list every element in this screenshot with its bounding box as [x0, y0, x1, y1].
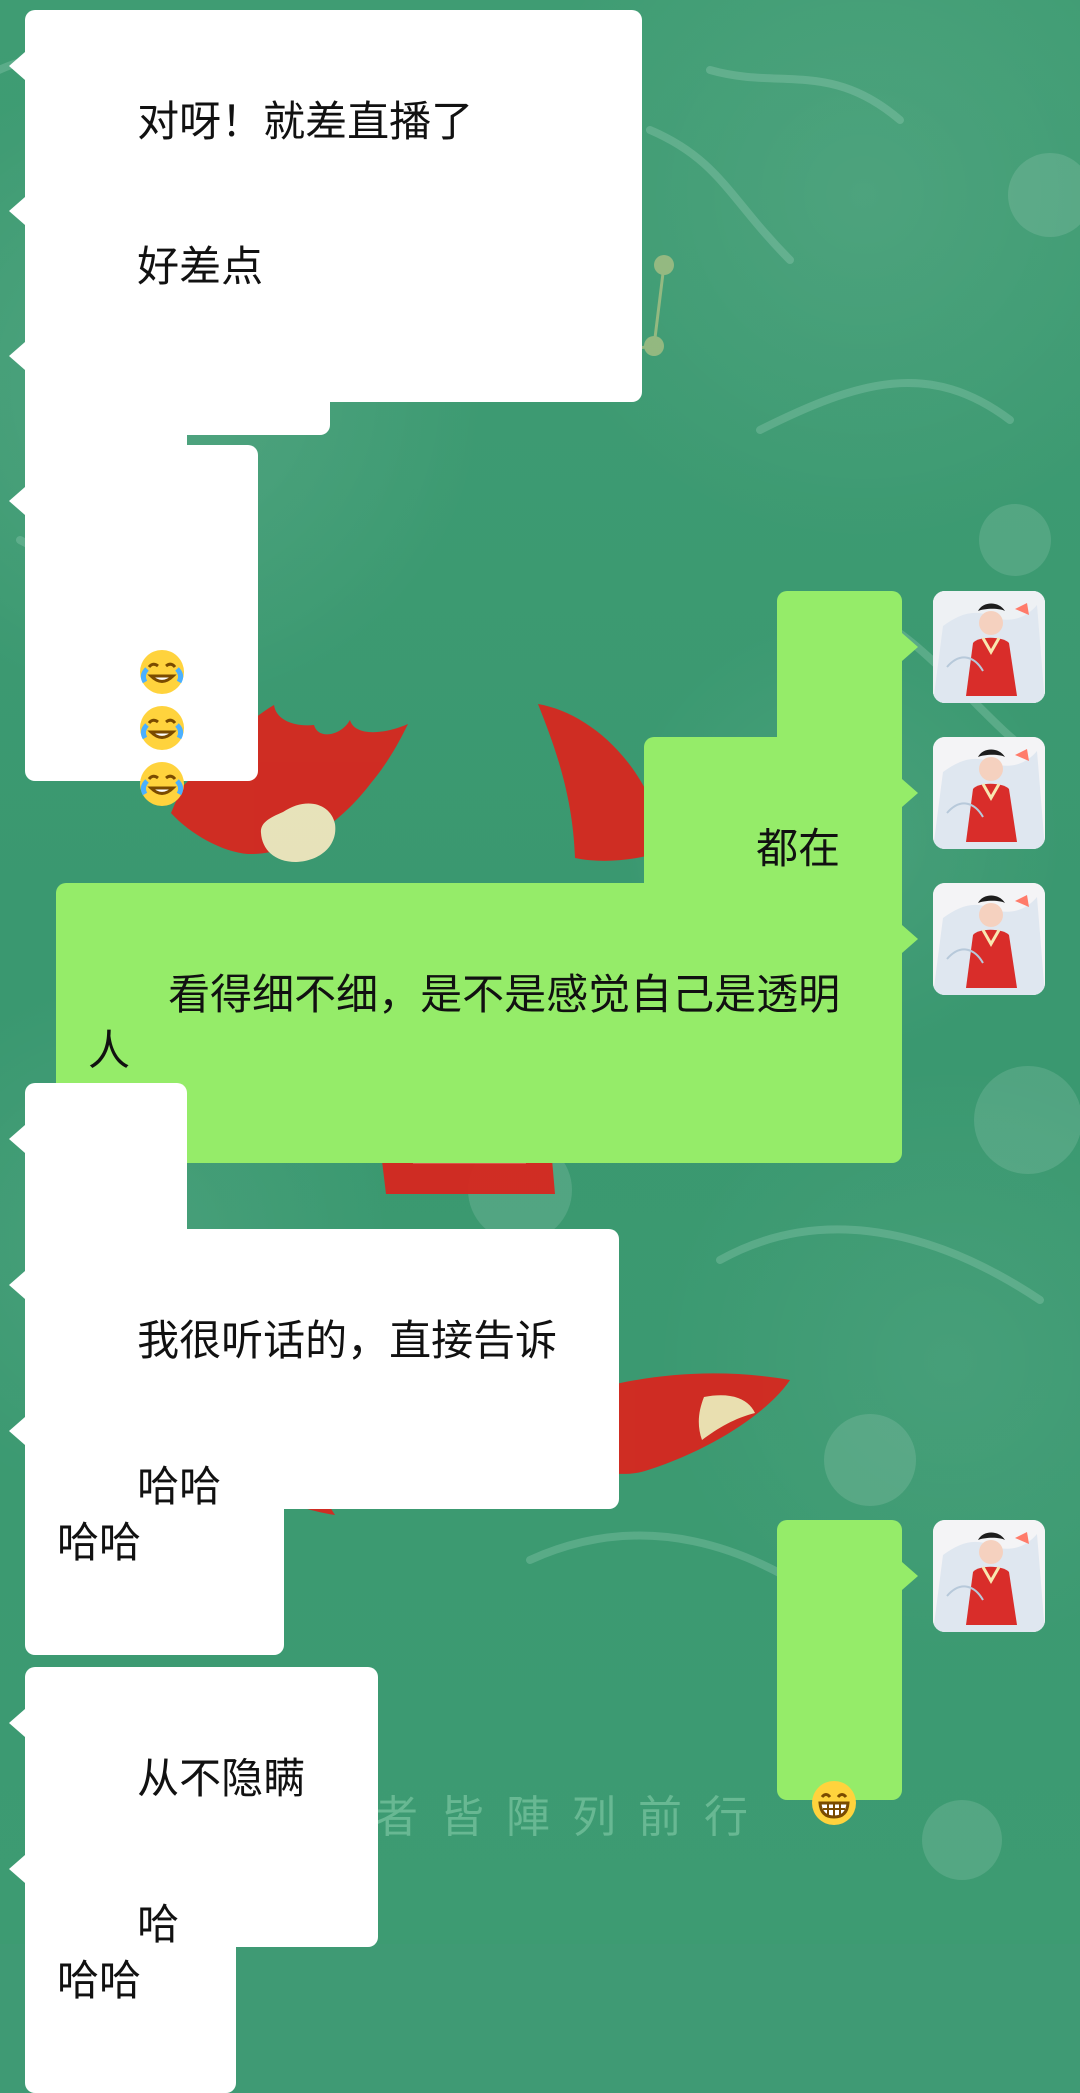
message-text: 哈哈哈哈 — [57, 1462, 222, 1567]
laugh-cry-icon — [137, 591, 187, 750]
message-text: 哈哈哈 — [57, 1900, 180, 2005]
message-text: 对呀！就差直播了 — [137, 97, 474, 146]
grin-icon — [809, 1666, 859, 1825]
message-bubble-incoming[interactable]: 哈哈哈哈 — [9, 1375, 284, 1655]
avatar[interactable] — [933, 883, 1045, 995]
message-bubble-incoming[interactable] — [9, 445, 258, 806]
avatar[interactable] — [933, 1520, 1045, 1632]
message-bubble-outgoing[interactable] — [777, 1520, 918, 1825]
chat-thread: 对呀！就差直播了 好差点动刀 凶伐 — [0, 0, 1080, 2093]
message-text: 看得细不细，是不是感觉自己是透明 人 — [88, 970, 841, 1075]
laugh-cry-icon — [137, 535, 187, 694]
avatar[interactable] — [933, 737, 1045, 849]
laugh-cry-icon — [137, 647, 187, 806]
avatar[interactable] — [933, 591, 1045, 703]
message-bubble-incoming[interactable]: 哈哈哈 — [9, 1813, 236, 2093]
